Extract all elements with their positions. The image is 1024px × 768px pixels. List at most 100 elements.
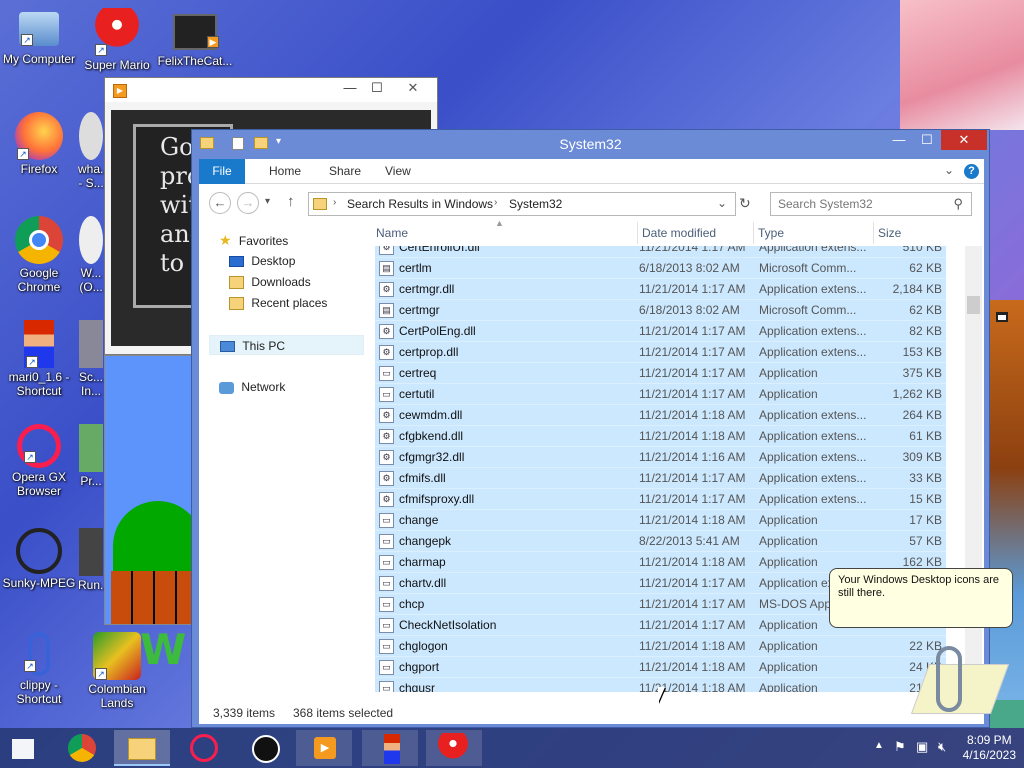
column-header-type[interactable]: Type	[753, 222, 784, 244]
table-row[interactable]: ▤ certmgr 6/18/2013 8:02 AM Microsoft Comm.…	[375, 299, 946, 320]
table-row[interactable]: ▭ changepk 8/22/2013 5:41 AM Application 57 …	[375, 530, 946, 551]
desktop-icon-my-computer[interactable]: ↗ My Computer	[0, 8, 78, 66]
breadcrumb-separator-icon[interactable]: ›	[333, 197, 336, 208]
tab-share[interactable]: Share	[319, 159, 371, 184]
address-bar[interactable]: › Search Results in Windows › System32 ⌄	[308, 192, 736, 216]
table-row[interactable]: ▤ certlm 6/18/2013 8:02 AM Microsoft Comm..…	[375, 257, 946, 278]
clippy-assistant[interactable]	[910, 640, 1010, 720]
desktop-icon-opera-gx[interactable]: ↗ Opera GX Browser	[0, 424, 78, 498]
table-row[interactable]: ⚙ certmgr.dll 11/21/2014 1:17 AM Applicatio…	[375, 278, 946, 299]
table-row[interactable]: ▭ certreq 11/21/2014 1:17 AM Application 375…	[375, 362, 946, 383]
explorer-titlebar[interactable]: ▾ System32 — ☐ ✕	[192, 130, 989, 157]
breadcrumb-search-results[interactable]: Search Results in Windows	[347, 197, 493, 211]
table-row[interactable]: ⚙ CertEnrollUI.dll 11/21/2014 1:17 AM Appli…	[375, 246, 946, 257]
vertical-scrollbar[interactable]	[965, 246, 982, 696]
nav-downloads[interactable]: Downloads	[229, 272, 311, 292]
close-button[interactable]: ✕	[941, 130, 987, 150]
table-row[interactable]: ⚙ certprop.dll 11/21/2014 1:17 AM Applicati…	[375, 341, 946, 362]
file-date: 11/21/2014 1:17 AM	[639, 366, 746, 380]
desktop-icon-super-mario[interactable]: ↗ Super Mario	[78, 8, 156, 72]
desktop-icon-run[interactable]: Run...	[78, 528, 104, 592]
search-box[interactable]: Search System32 ⚲	[770, 192, 972, 216]
address-dropdown-icon[interactable]: ⌄	[717, 196, 727, 210]
minimize-button[interactable]: —	[885, 130, 913, 150]
column-header-size[interactable]: Size	[873, 222, 901, 244]
table-row[interactable]: ▭ chglogon 11/21/2014 1:18 AM Application 22…	[375, 635, 946, 656]
back-button[interactable]: ←	[209, 192, 231, 214]
tab-home[interactable]: Home	[259, 159, 311, 184]
column-header-name[interactable]: Name	[376, 222, 408, 244]
desktop-icon-label: Google Chrome	[17, 266, 61, 294]
search-icon[interactable]: ⚲	[953, 196, 963, 212]
network-status-icon[interactable]: ▣	[916, 739, 928, 755]
nav-this-pc[interactable]: This PC	[209, 335, 364, 355]
taskbar-media-player[interactable]: ▶	[296, 730, 352, 766]
taskbar-chrome[interactable]	[54, 730, 110, 766]
desktop-icon-label: W... (O...	[79, 266, 103, 294]
desktop-icon-chrome[interactable]: Google Chrome	[0, 216, 78, 294]
table-row[interactable]: ⚙ cfmifsproxy.dll 11/21/2014 1:17 AM Applic…	[375, 488, 946, 509]
table-row[interactable]: ⚙ CertPolEng.dll 11/21/2014 1:17 AM Applica…	[375, 320, 946, 341]
nav-label: Favorites	[238, 234, 289, 248]
file-size: 2,184 KB	[892, 282, 942, 296]
up-button[interactable]: ↑	[287, 193, 295, 210]
taskbar-mario[interactable]	[362, 730, 418, 766]
table-row[interactable]: ▭ certutil 11/21/2014 1:17 AM Application 1,…	[375, 383, 946, 404]
refresh-icon[interactable]: ↻	[739, 195, 751, 212]
file-name: cfmifsproxy.dll	[399, 492, 475, 506]
desktop-icon-mari0[interactable]: ↗ mari0_1.6 - Shortcut	[0, 320, 78, 398]
close-button[interactable]: ✕	[391, 78, 435, 98]
tab-file[interactable]: File	[199, 159, 245, 184]
table-row[interactable]: ⚙ cfgbkend.dll 11/21/2014 1:18 AM Applicati…	[375, 425, 946, 446]
forward-button[interactable]: →	[237, 192, 259, 214]
desktop-icon-pr[interactable]: Pr...	[78, 424, 104, 488]
volume-muted-icon[interactable]: 🔇︎	[938, 739, 946, 755]
recent-locations-icon[interactable]: ▾	[265, 196, 270, 207]
desktop-icon-firefox[interactable]: ↗ Firefox	[0, 112, 78, 176]
nav-favorites[interactable]: ★ Favorites	[219, 230, 288, 250]
taskbar-felix[interactable]	[240, 730, 292, 766]
balloon-tip[interactable]: Your Windows Desktop icons are still the…	[829, 568, 1013, 628]
table-row[interactable]: ⚙ cfgmgr32.dll 11/21/2014 1:16 AM Applicati…	[375, 446, 946, 467]
ribbon-expand-icon[interactable]: ⌄	[944, 163, 954, 177]
desktop-icon-sc[interactable]: Sc... In...	[78, 320, 104, 398]
taskbar-super-mario[interactable]	[426, 730, 482, 766]
maximize-button[interactable]: ☐	[363, 78, 391, 98]
computer-icon	[220, 341, 235, 353]
column-header-date[interactable]: Date modified	[637, 222, 716, 244]
explorer-window[interactable]: ▾ System32 — ☐ ✕ File Home Share View ⌄ …	[191, 129, 990, 728]
minimize-button[interactable]: —	[337, 78, 363, 98]
show-hidden-icons-icon[interactable]: ▲	[874, 740, 884, 751]
search-input[interactable]: Search System32	[778, 197, 873, 211]
table-row[interactable]: ▭ change 11/21/2014 1:18 AM Application 17 K…	[375, 509, 946, 530]
table-row[interactable]: ⚙ cfmifs.dll 11/21/2014 1:17 AM Application…	[375, 467, 946, 488]
desktop-icon-colombian-lands[interactable]: ↗ Colombian Lands	[78, 632, 156, 710]
help-icon[interactable]: ?	[964, 164, 979, 179]
breadcrumb-system32[interactable]: System32	[509, 197, 562, 211]
nav-recent-places[interactable]: Recent places	[229, 293, 327, 313]
table-row[interactable]: ▭ chgport 11/21/2014 1:18 AM Application 24 …	[375, 656, 946, 677]
taskbar-explorer[interactable]	[114, 730, 170, 766]
action-center-flag-icon[interactable]: ⚑	[894, 739, 906, 755]
start-button[interactable]	[0, 730, 48, 766]
nav-network[interactable]: Network	[219, 377, 285, 397]
tab-view[interactable]: View	[375, 159, 421, 184]
desktop-icon-wha[interactable]: wha... - S...	[78, 112, 104, 190]
file-icon: ▭	[379, 660, 394, 675]
nav-desktop[interactable]: Desktop	[229, 251, 295, 271]
table-row[interactable]: ⚙ cewmdm.dll 11/21/2014 1:18 AM Application…	[375, 404, 946, 425]
maximize-button[interactable]: ☐	[913, 130, 941, 150]
scrollbar-thumb[interactable]	[967, 296, 980, 314]
background-window-maximize-icon[interactable]	[996, 312, 1008, 322]
clock[interactable]: 8:09 PM 4/16/2023	[963, 733, 1016, 763]
taskbar-opera-gx[interactable]	[176, 730, 232, 766]
desktop-icon-w[interactable]: W... (O...	[78, 216, 104, 294]
app-icon	[79, 112, 103, 160]
breadcrumb-separator-icon[interactable]: ›	[494, 197, 497, 208]
mario-icon	[384, 734, 400, 764]
desktop-icon-clippy[interactable]: ↗ clippy - Shortcut	[0, 632, 78, 706]
media-titlebar[interactable]: ▶ — ☐ ✕	[105, 78, 437, 102]
game-window[interactable]	[104, 355, 196, 625]
desktop-icon-felix[interactable]: ▶ FelixTheCat...	[156, 8, 234, 68]
desktop-icon-sunky-mpeg[interactable]: Sunky-MPEG	[0, 528, 78, 590]
